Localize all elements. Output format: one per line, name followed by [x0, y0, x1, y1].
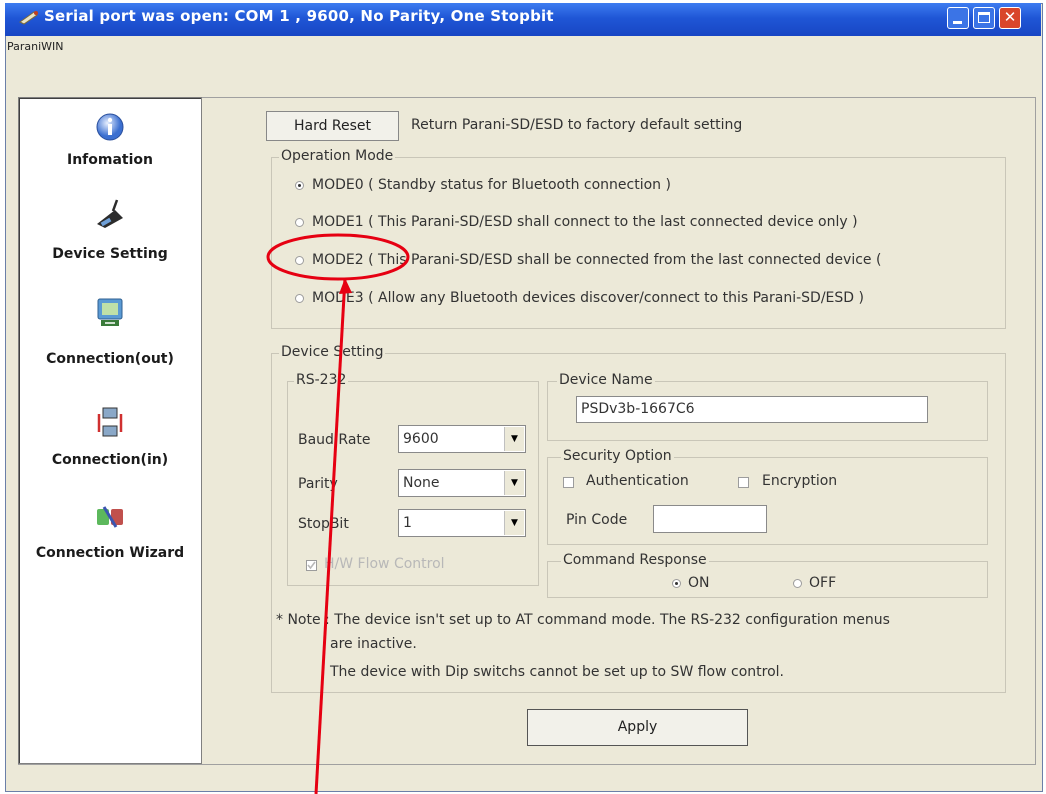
- annotation-arrow-line: [314, 277, 347, 794]
- annotation-circle: [266, 233, 410, 281]
- annotation-overlay: [266, 233, 410, 794]
